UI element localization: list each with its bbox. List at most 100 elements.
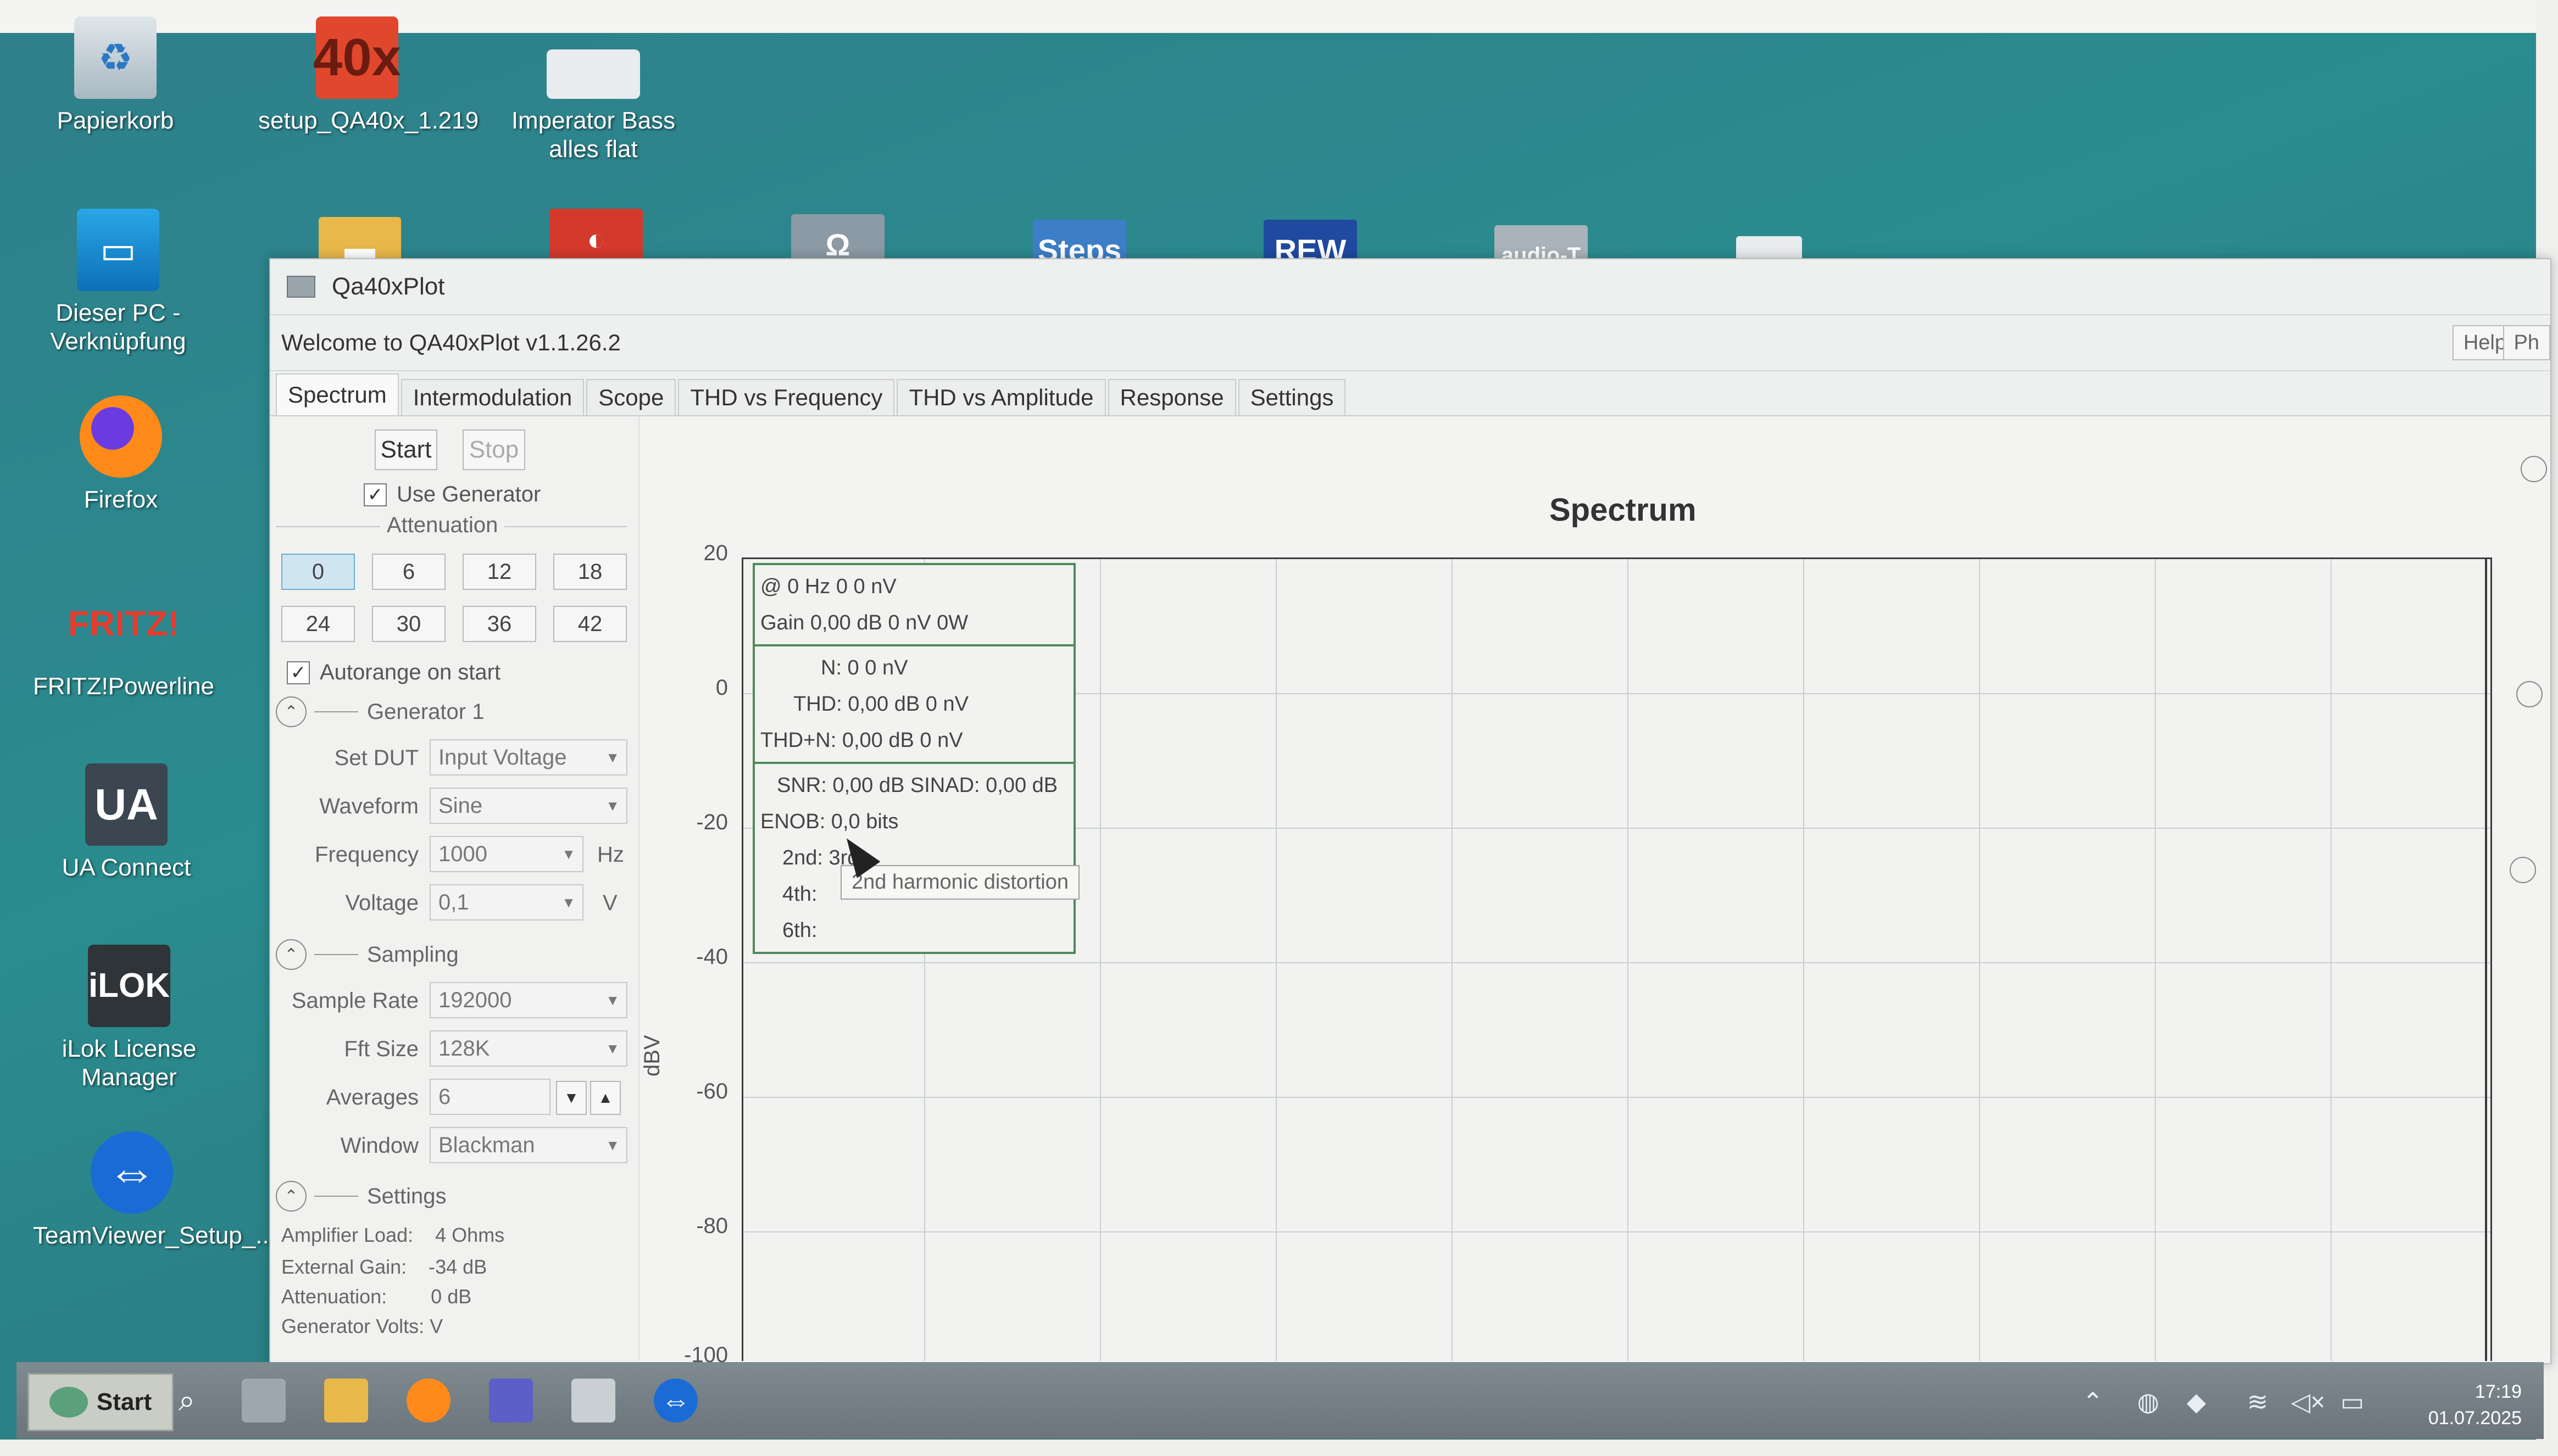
- legend-line: THD+N: 0,00 dB 0 nV: [760, 728, 963, 752]
- frequency-input[interactable]: 1000 ▼: [430, 836, 583, 872]
- autorange-checkbox[interactable]: ✓ Autorange on start: [287, 660, 501, 685]
- desktop-icon-label: iLok License Manager: [62, 1035, 197, 1091]
- legend-line: SNR: 0,00 dB SINAD: 0,00 dB: [777, 773, 1058, 797]
- sample-rate-select[interactable]: 192000 ▼: [430, 982, 627, 1018]
- attenuation-36-button[interactable]: 36: [463, 606, 536, 642]
- qa40x-installer-icon: 40x: [313, 16, 401, 99]
- tab-intermodulation[interactable]: Intermodulation: [401, 379, 585, 415]
- attenuation-24-button[interactable]: 24: [281, 606, 355, 642]
- attenuation-30-button[interactable]: 30: [372, 606, 446, 642]
- generator-group-header[interactable]: ⌃ Generator 1: [276, 696, 627, 727]
- info-value: V: [430, 1315, 443, 1337]
- app-tray-icon[interactable]: ◆: [2187, 1387, 2206, 1416]
- right-panel-toggle-icon[interactable]: [2521, 456, 2547, 482]
- ph-button[interactable]: Ph: [2503, 325, 2550, 360]
- desktop-icon-fritz[interactable]: FRITZ! FRITZ!Powerline: [25, 582, 223, 701]
- waveform-value: Sine: [438, 793, 483, 818]
- frequency-unit: Hz: [597, 843, 624, 867]
- y-axis-label: dBV: [640, 1035, 664, 1076]
- stop-button[interactable]: Stop: [463, 429, 525, 470]
- window-titlebar[interactable]: Qa40xPlot: [270, 259, 2550, 315]
- explorer-icon[interactable]: [324, 1379, 368, 1422]
- info-key: External Gain:: [281, 1256, 407, 1278]
- fft-size-select[interactable]: 128K ▼: [430, 1030, 627, 1067]
- set-dut-label: Set DUT: [334, 746, 419, 770]
- desktop-icon-imperator-file[interactable]: Imperator Bass alles flat: [494, 22, 692, 164]
- frequency-label: Frequency: [315, 843, 419, 867]
- attenuation-42-button[interactable]: 42: [553, 606, 627, 642]
- voltage-label: Voltage: [345, 891, 419, 915]
- info-generator-volts: Generator Volts: V: [281, 1315, 443, 1338]
- averages-input[interactable]: 6: [430, 1079, 550, 1115]
- wifi-icon[interactable]: ≋: [2247, 1387, 2268, 1416]
- attenuation-0-button[interactable]: 0: [281, 554, 355, 590]
- y-tick-label: 20: [703, 541, 729, 565]
- start-button[interactable]: Start: [375, 429, 437, 470]
- tab-response[interactable]: Response: [1108, 379, 1236, 415]
- desktop-icon-firefox[interactable]: Firefox: [22, 395, 220, 514]
- collapse-icon: ⌃: [276, 1181, 307, 1212]
- legend-line: ENOB: 0,0 bits: [760, 810, 899, 833]
- welcome-bar: Welcome to QA40xPlot v1.1.26.2 Help Ph: [270, 315, 2550, 371]
- right-panel-toggle-icon[interactable]: [2510, 857, 2536, 883]
- voltage-input[interactable]: 0,1 ▼: [430, 884, 583, 921]
- ua-connect-icon: UA: [85, 763, 168, 846]
- firefox-icon[interactable]: [407, 1379, 451, 1422]
- window-select[interactable]: Blackman ▼: [430, 1127, 627, 1163]
- file-icon: [547, 49, 640, 99]
- chevron-down-icon: ▼: [605, 1136, 620, 1153]
- group-line: [314, 954, 358, 955]
- info-value: -34 dB: [429, 1256, 487, 1278]
- sampling-title: Sampling: [367, 942, 459, 967]
- frequency-value: 1000: [438, 841, 487, 866]
- y-tick-label: -60: [696, 1079, 728, 1103]
- info-amplifier-load: Amplifier Load: 4 Ohms: [281, 1224, 504, 1247]
- info-key: Attenuation:: [281, 1285, 387, 1308]
- search-icon[interactable]: ⌕: [165, 1379, 209, 1422]
- chevron-down-icon: ▼: [605, 1040, 620, 1057]
- clock-date: 01.07.2025: [2428, 1408, 2522, 1429]
- qa40xplot-icon[interactable]: [571, 1379, 615, 1422]
- right-panel-toggle-icon[interactable]: [2516, 681, 2543, 707]
- ilok-icon: iLOK: [88, 945, 170, 1027]
- desktop-icon-recycle-bin[interactable]: ♻ Papierkorb: [16, 16, 214, 135]
- firefox-icon: [80, 395, 162, 478]
- tab-scope[interactable]: Scope: [586, 379, 676, 415]
- speaker-muted-icon[interactable]: ◁×: [2291, 1387, 2325, 1416]
- clock[interactable]: 17:19 01.07.2025: [2428, 1379, 2522, 1431]
- averages-increment-button[interactable]: ▲: [590, 1081, 621, 1115]
- desktop-icon-ua-connect[interactable]: UA UA Connect: [27, 763, 225, 882]
- tab-thd-vs-frequency[interactable]: THD vs Frequency: [678, 379, 895, 415]
- attenuation-6-button[interactable]: 6: [372, 554, 446, 590]
- desktop-icon-teamviewer[interactable]: ⇔ TeamViewer_Setup_...: [33, 1131, 276, 1250]
- sampling-group-header[interactable]: ⌃ Sampling: [276, 939, 627, 970]
- tab-settings[interactable]: Settings: [1238, 379, 1346, 415]
- attenuation-18-button[interactable]: 18: [553, 554, 627, 590]
- desktop-icon-ilok[interactable]: iLOK iLok License Manager: [30, 945, 228, 1092]
- task-view-icon[interactable]: [242, 1379, 286, 1422]
- use-generator-checkbox[interactable]: ✓ Use Generator: [364, 482, 541, 507]
- averages-decrement-button[interactable]: ▼: [556, 1081, 587, 1115]
- welcome-text: Welcome to QA40xPlot v1.1.26.2: [281, 330, 621, 355]
- collapse-icon: ⌃: [276, 696, 307, 727]
- info-key: Amplifier Load:: [281, 1224, 414, 1246]
- teams-icon[interactable]: [489, 1379, 533, 1422]
- tab-thd-vs-amplitude[interactable]: THD vs Amplitude: [897, 379, 1106, 415]
- tab-spectrum[interactable]: Spectrum: [276, 373, 399, 415]
- network-globe-icon[interactable]: ◍: [2137, 1387, 2159, 1416]
- teamviewer-icon[interactable]: ⇔: [654, 1379, 698, 1422]
- set-dut-select[interactable]: Input Voltage ▼: [430, 739, 627, 776]
- start-button-taskbar[interactable]: Start: [27, 1373, 174, 1431]
- settings-group-header[interactable]: ⌃ Settings: [276, 1181, 627, 1212]
- info-value: 0 dB: [431, 1285, 472, 1308]
- attenuation-12-button[interactable]: 12: [463, 554, 536, 590]
- battery-icon[interactable]: ▭: [2340, 1387, 2364, 1416]
- desktop-icon-qa40x-setup[interactable]: 40x setup_QA40x_1.219: [258, 16, 479, 135]
- desktop-icon-this-pc[interactable]: ▭ Dieser PC - Verknüpfung: [19, 209, 217, 356]
- chevron-up-icon[interactable]: ⌃: [2082, 1387, 2104, 1416]
- recycle-bin-icon: ♻: [74, 16, 157, 99]
- waveform-select[interactable]: Sine ▼: [430, 788, 627, 824]
- clock-time: 17:19: [2474, 1381, 2522, 1402]
- fft-size-label: Fft Size: [344, 1037, 419, 1061]
- desktop-icon-label: Papierkorb: [57, 107, 174, 134]
